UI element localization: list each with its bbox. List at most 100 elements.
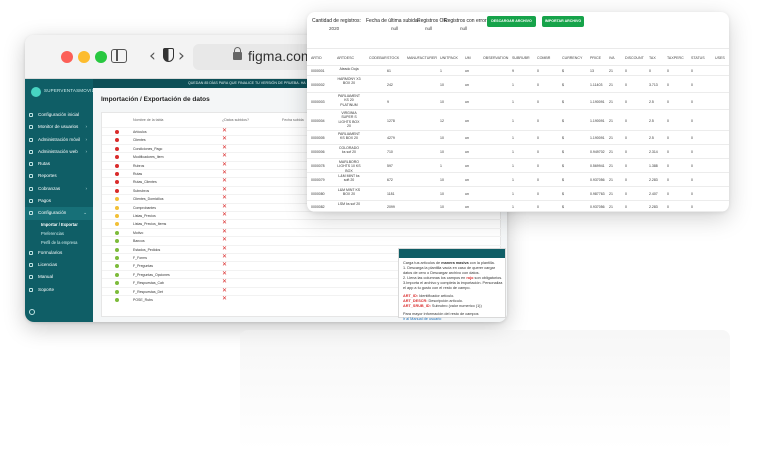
column-header[interactable]: MANUFACTURER — [407, 56, 437, 60]
cell-status: 0 — [691, 82, 693, 87]
column-header[interactable]: ARTDESC — [337, 56, 354, 60]
column-header[interactable]: IVA — [609, 56, 615, 60]
forward-arrow-icon[interactable]: › — [178, 46, 185, 66]
table-name: Rutas_Clientes — [133, 180, 157, 185]
back-arrow-icon[interactable]: ‹ — [149, 46, 156, 66]
sidebar-item-after-1[interactable]: Licencias — [25, 259, 93, 271]
cell-sub: 9 — [512, 69, 514, 73]
table-row[interactable]: 0000001 Aleado Doja 61 1 un 9 0 $13 21 0 0 0 0 — [307, 66, 729, 76]
column-header[interactable]: STOCK — [387, 56, 399, 60]
column-header[interactable]: PRICE — [590, 56, 601, 60]
cell-iva: 21 — [609, 150, 613, 154]
sidebar-item-after-2[interactable]: Manual — [25, 271, 93, 283]
table-row[interactable]: Motivo ✕ — [102, 227, 502, 236]
sidebar-item-0[interactable]: Configuración inicial — [25, 109, 93, 121]
help-panel: Carga tus artículos de manera masiva con… — [398, 248, 506, 321]
manual-link[interactable]: ir al Manual de usuario — [403, 317, 503, 322]
column-header[interactable]: TAXPERC — [667, 56, 684, 60]
column-header[interactable]: COMBR — [537, 56, 550, 60]
power-icon[interactable] — [29, 309, 35, 315]
cell-taxp: 0 — [667, 164, 669, 168]
cell-um: un — [465, 204, 469, 209]
sidebar-item-1[interactable]: Monitor de usuarios › — [25, 121, 93, 133]
sidebar-item-after-1-label: Licencias — [38, 261, 58, 267]
close-window-button[interactable] — [61, 51, 73, 63]
sidebar-subitem-2[interactable]: Perfil de la empresa — [25, 238, 93, 247]
sidebar-menu: Configuración inicial Monitor de usuarios… — [25, 109, 93, 296]
cell-status: 0 — [691, 136, 693, 140]
sidebar-item-3[interactable]: Administración web › — [25, 146, 93, 158]
table-row[interactable]: 0000002 HARMONY X3 BOX 20 242 10 un 1 0 $1.1140… — [307, 76, 729, 93]
column-header[interactable]: UNITPACK — [440, 56, 458, 60]
table-row[interactable]: 0000079 L&M MINT ks soft 20 672 10 un 1 0 $0.93… — [307, 173, 729, 187]
sidebar-subitem-1[interactable]: Preferencias — [25, 229, 93, 238]
license-icon — [29, 262, 33, 267]
reflection-shadow — [240, 330, 730, 450]
column-header[interactable]: ARTID — [311, 56, 322, 60]
cell-unit: 12 — [440, 118, 444, 123]
column-header[interactable]: SUBRUBR — [512, 56, 530, 60]
table-row[interactable]: Listas_Precios ✕ — [102, 211, 502, 219]
cell-disc: 0 — [625, 82, 627, 87]
sidebar-item-7[interactable]: Pagos — [25, 195, 93, 207]
table-row[interactable]: 0000082 LSM ks sof 20 2099 10 un 1 0 $0.937056 2… — [307, 201, 729, 212]
sidebar-item-2[interactable]: Administración móvil › — [25, 134, 93, 146]
sidebar-item-after-3[interactable]: Soporte — [25, 284, 93, 296]
cell-status: 0 — [691, 178, 693, 182]
column-header[interactable]: UM — [465, 56, 471, 60]
column-header[interactable]: OBSERVATION — [483, 56, 508, 60]
status-dot-icon — [115, 239, 119, 244]
brand: SUPERVENTASMOVIL — [31, 87, 94, 101]
download-file-button[interactable]: DESCARGAR ARCHIVO — [487, 16, 536, 27]
column-header[interactable]: USES — [715, 56, 725, 60]
sidebar-item-after-0[interactable]: Formularios — [25, 247, 93, 259]
cell-um: un — [465, 118, 469, 123]
cell-unit: 10 — [440, 178, 444, 182]
not-uploaded-x-icon: ✕ — [222, 144, 228, 151]
sidebar-toggle-icon[interactable] — [111, 49, 127, 63]
table-name: F_Preguntas_Opciones — [133, 272, 170, 277]
status-dot-icon — [115, 214, 119, 218]
phone-icon — [29, 137, 33, 142]
status-dot-icon — [115, 272, 119, 277]
cell-iva: 21 — [609, 82, 613, 87]
sidebar-item-4[interactable]: Rutas — [25, 158, 93, 170]
cell-unit: 10 — [440, 82, 444, 87]
column-header[interactable]: STATUS — [691, 56, 705, 60]
table-row[interactable]: Bancos ✕ — [102, 236, 502, 244]
stat-records-value: 2020 — [329, 26, 340, 31]
lock-icon — [233, 47, 242, 60]
sidebar-item-5[interactable]: Reportes — [25, 170, 93, 182]
table-row[interactable]: 0000004 VIRGINIA SUPER S LIGHTS BOX 20 127… — [307, 110, 729, 131]
table-row[interactable]: 0000003 PARLIAMENT KS 20 PLATINUM 9 10 un 1 0 $… — [307, 93, 729, 110]
column-header[interactable]: CODEBAR — [369, 56, 387, 60]
table-row[interactable]: 0000005 PARLIAMENT KS BOX 20 4279 10 un 1 0 $1.… — [307, 131, 729, 145]
column-header[interactable]: DISCOUNT — [625, 56, 644, 60]
column-header[interactable]: CURRENCY — [562, 56, 582, 60]
cell-disc: 0 — [625, 192, 627, 196]
cell-disc: 0 — [625, 204, 627, 209]
status-dot-icon — [115, 222, 119, 227]
help-intro: Carga tus artículos de — [403, 261, 442, 265]
table-row[interactable]: 0000006 COLORADO ks sof 20 710 10 un 1 0 $0.949… — [307, 145, 729, 159]
sidebar-subitem-0[interactable]: Importar / Exportar — [25, 220, 93, 229]
not-uploaded-x-icon: ✕ — [222, 262, 228, 269]
cell-iva: 21 — [609, 99, 613, 104]
zoom-window-button[interactable] — [95, 51, 107, 63]
cell-id: 0000005 — [311, 136, 325, 140]
table-name: Clientes_Domicilios — [133, 197, 164, 202]
minimize-window-button[interactable] — [78, 51, 90, 63]
column-header[interactable]: TAX — [649, 56, 656, 60]
table-row[interactable]: 0000078 MARLBORO LIGHTS 10 KS BOX 597 1 un 1 0… — [307, 159, 729, 173]
chevron-icon: › — [85, 185, 88, 191]
sidebar-item-8[interactable]: Configuración ⌄ — [25, 207, 93, 220]
table-row[interactable]: Listas_Precios_Items ✕ — [102, 219, 502, 227]
cell-desc: PARLIAMENT KS BOX 20 — [337, 132, 361, 141]
cell-stock: 710 — [387, 150, 393, 154]
cell-id: 0000003 — [311, 99, 325, 104]
privacy-shield-icon[interactable] — [163, 48, 174, 62]
table-row[interactable]: 0000080 L&M MINT KS BOX 20 1181 10 un 1 0 $0.98… — [307, 187, 729, 201]
sidebar-item-6[interactable]: Cobranzas › — [25, 183, 93, 195]
import-file-button[interactable]: IMPORTAR ARCHIVO — [542, 16, 584, 27]
cell-status: 0 — [691, 99, 693, 104]
